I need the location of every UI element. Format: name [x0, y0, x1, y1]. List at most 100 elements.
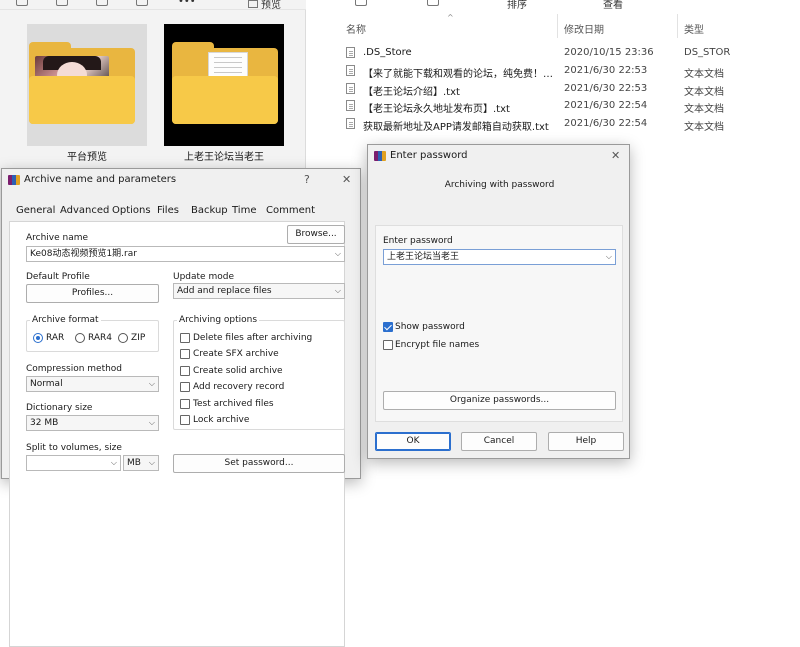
split-unit-select[interactable]: MB ⌵ — [123, 455, 159, 471]
format-rar4-radio[interactable] — [75, 333, 85, 343]
file-row[interactable]: 【老王论坛介绍】.txt 2021/6/30 22:53 文本文档 — [346, 80, 800, 98]
tab-options[interactable]: Options — [112, 205, 151, 216]
default-profile-label: Default Profile — [26, 272, 90, 282]
column-divider[interactable] — [677, 14, 678, 38]
recovery-record-checkbox[interactable] — [180, 382, 190, 392]
help-icon[interactable]: ? — [304, 173, 310, 186]
test-files-label: Test archived files — [193, 399, 274, 409]
preview-toggle[interactable]: 预览 — [248, 0, 281, 11]
password-dialog-titlebar[interactable]: Enter password ✕ — [368, 145, 629, 167]
password-input[interactable]: 上老王论坛当老王 ⌵ — [383, 249, 616, 265]
format-rar4-label: RAR4 — [88, 333, 113, 343]
update-mode-label: Update mode — [173, 272, 234, 282]
show-password-checkbox[interactable] — [383, 322, 393, 332]
create-sfx-checkbox[interactable] — [180, 349, 190, 359]
dictionary-size-select[interactable]: 32 MB ⌵ — [26, 415, 159, 431]
format-rar-radio[interactable] — [33, 333, 43, 343]
file-date: 2021/6/30 22:54 — [564, 100, 648, 111]
preview-icon — [248, 0, 258, 8]
profiles-button[interactable]: Profiles... — [26, 284, 159, 303]
encrypt-names-label: Encrypt file names — [395, 340, 480, 350]
view-button[interactable]: 查看 — [603, 0, 623, 11]
update-mode-select[interactable]: Add and replace files ⌵ — [173, 283, 345, 299]
update-mode-value: Add and replace files — [177, 286, 272, 296]
split-volumes-label: Split to volumes, size — [26, 443, 122, 453]
view-icon[interactable] — [355, 0, 367, 6]
help-button[interactable]: Help — [548, 432, 624, 451]
thumbnail-caption: 上老王论坛当老王 — [184, 152, 264, 163]
chevron-down-icon[interactable]: ⌵ — [111, 456, 117, 470]
test-files-checkbox[interactable] — [180, 399, 190, 409]
tab-advanced[interactable]: Advanced — [60, 205, 109, 216]
split-unit-value: MB — [127, 458, 141, 468]
format-zip-radio[interactable] — [118, 333, 128, 343]
file-type: 文本文档 — [684, 87, 724, 98]
archive-name-label: Archive name — [26, 233, 89, 243]
ok-button[interactable]: OK — [375, 432, 451, 451]
archive-name-input[interactable]: Ke08动态视频预览1期.rar ⌵ — [26, 246, 345, 262]
thumbnail-caption: 平台预览 — [67, 152, 107, 163]
more-icon[interactable]: ••• — [178, 0, 196, 7]
close-icon[interactable]: ✕ — [342, 173, 351, 186]
tab-time[interactable]: Time — [232, 205, 256, 216]
compression-method-select[interactable]: Normal ⌵ — [26, 376, 159, 392]
create-sfx-label: Create SFX archive — [193, 349, 279, 359]
paste-icon[interactable] — [96, 0, 108, 6]
enter-password-label: Enter password — [383, 236, 453, 246]
file-name: 【老王论坛永久地址发布页】.txt — [363, 104, 510, 115]
file-date: 2021/6/30 22:53 — [564, 83, 648, 94]
split-volumes-input[interactable]: ⌵ — [26, 455, 121, 471]
column-header-type[interactable]: 类型 — [684, 21, 704, 36]
layout-icon[interactable] — [427, 0, 439, 6]
file-row[interactable]: 【老王论坛永久地址发布页】.txt 2021/6/30 22:54 文本文档 — [346, 97, 800, 115]
column-header-date[interactable]: 修改日期 — [564, 21, 604, 36]
delete-icon[interactable] — [136, 0, 148, 6]
organize-passwords-button[interactable]: Organize passwords... — [383, 391, 616, 410]
dictionary-size-value: 32 MB — [30, 418, 59, 428]
password-dialog-header: Archiving with password — [444, 180, 555, 190]
set-password-button[interactable]: Set password... — [173, 454, 345, 473]
chevron-down-icon[interactable]: ⌵ — [335, 247, 341, 261]
tab-comment[interactable]: Comment — [266, 205, 315, 216]
file-row[interactable]: .DS_Store 2020/10/15 23:36 DS_STOR — [346, 44, 800, 62]
delete-files-checkbox[interactable] — [180, 333, 190, 343]
column-header-name[interactable]: 名称 — [346, 21, 366, 36]
chevron-down-icon: ⌵ — [148, 458, 155, 467]
archive-dialog: Archive name and parameters ? ✕ General … — [1, 168, 361, 647]
compression-method-label: Compression method — [26, 364, 123, 374]
folder-icon — [172, 42, 278, 124]
lock-archive-checkbox[interactable] — [180, 415, 190, 425]
solid-archive-checkbox[interactable] — [180, 366, 190, 376]
tab-backup[interactable]: Backup — [191, 205, 228, 216]
file-type: 文本文档 — [684, 69, 724, 80]
thumbnail-folder-preview[interactable]: 平台预览 — [27, 24, 147, 164]
format-rar-label: RAR — [46, 333, 65, 343]
sort-button[interactable]: 排序 — [507, 0, 527, 11]
file-type: 文本文档 — [684, 122, 724, 133]
archive-name-value: Ke08动态视频预览1期.rar — [30, 249, 137, 259]
browse-button[interactable]: Browse... — [287, 225, 345, 244]
thumbnail-folder-forum[interactable]: 上老王论坛当老王 — [164, 24, 284, 164]
close-icon[interactable]: ✕ — [611, 149, 620, 162]
folder-icon — [29, 42, 135, 124]
file-row[interactable]: 获取最新地址及APP请发邮箱自动获取.txt 2021/6/30 22:54 文… — [346, 115, 800, 133]
file-icon — [346, 83, 355, 94]
file-row[interactable]: 【来了就能下载和观看的论坛，纯免费！… 2021/6/30 22:53 文本文档 — [346, 62, 800, 80]
show-password-label: Show password — [395, 322, 465, 332]
format-zip-label: ZIP — [131, 333, 146, 343]
tab-general[interactable]: General — [16, 205, 55, 216]
copy-icon[interactable] — [56, 0, 68, 6]
archiving-options-label: Archiving options — [177, 315, 260, 325]
column-divider[interactable] — [557, 14, 558, 38]
cancel-button[interactable]: Cancel — [461, 432, 537, 451]
dictionary-size-label: Dictionary size — [26, 403, 93, 413]
file-icon — [346, 65, 355, 76]
chevron-down-icon[interactable]: ⌵ — [606, 250, 612, 264]
chevron-down-icon: ⌵ — [148, 418, 155, 427]
explorer-toolbar: ••• 预览 — [0, 0, 306, 11]
encrypt-names-checkbox[interactable] — [383, 340, 393, 350]
tab-files[interactable]: Files — [157, 205, 179, 216]
file-icon — [346, 47, 355, 58]
archive-dialog-titlebar[interactable]: Archive name and parameters ? ✕ — [2, 169, 360, 191]
new-item-icon[interactable] — [16, 0, 28, 6]
